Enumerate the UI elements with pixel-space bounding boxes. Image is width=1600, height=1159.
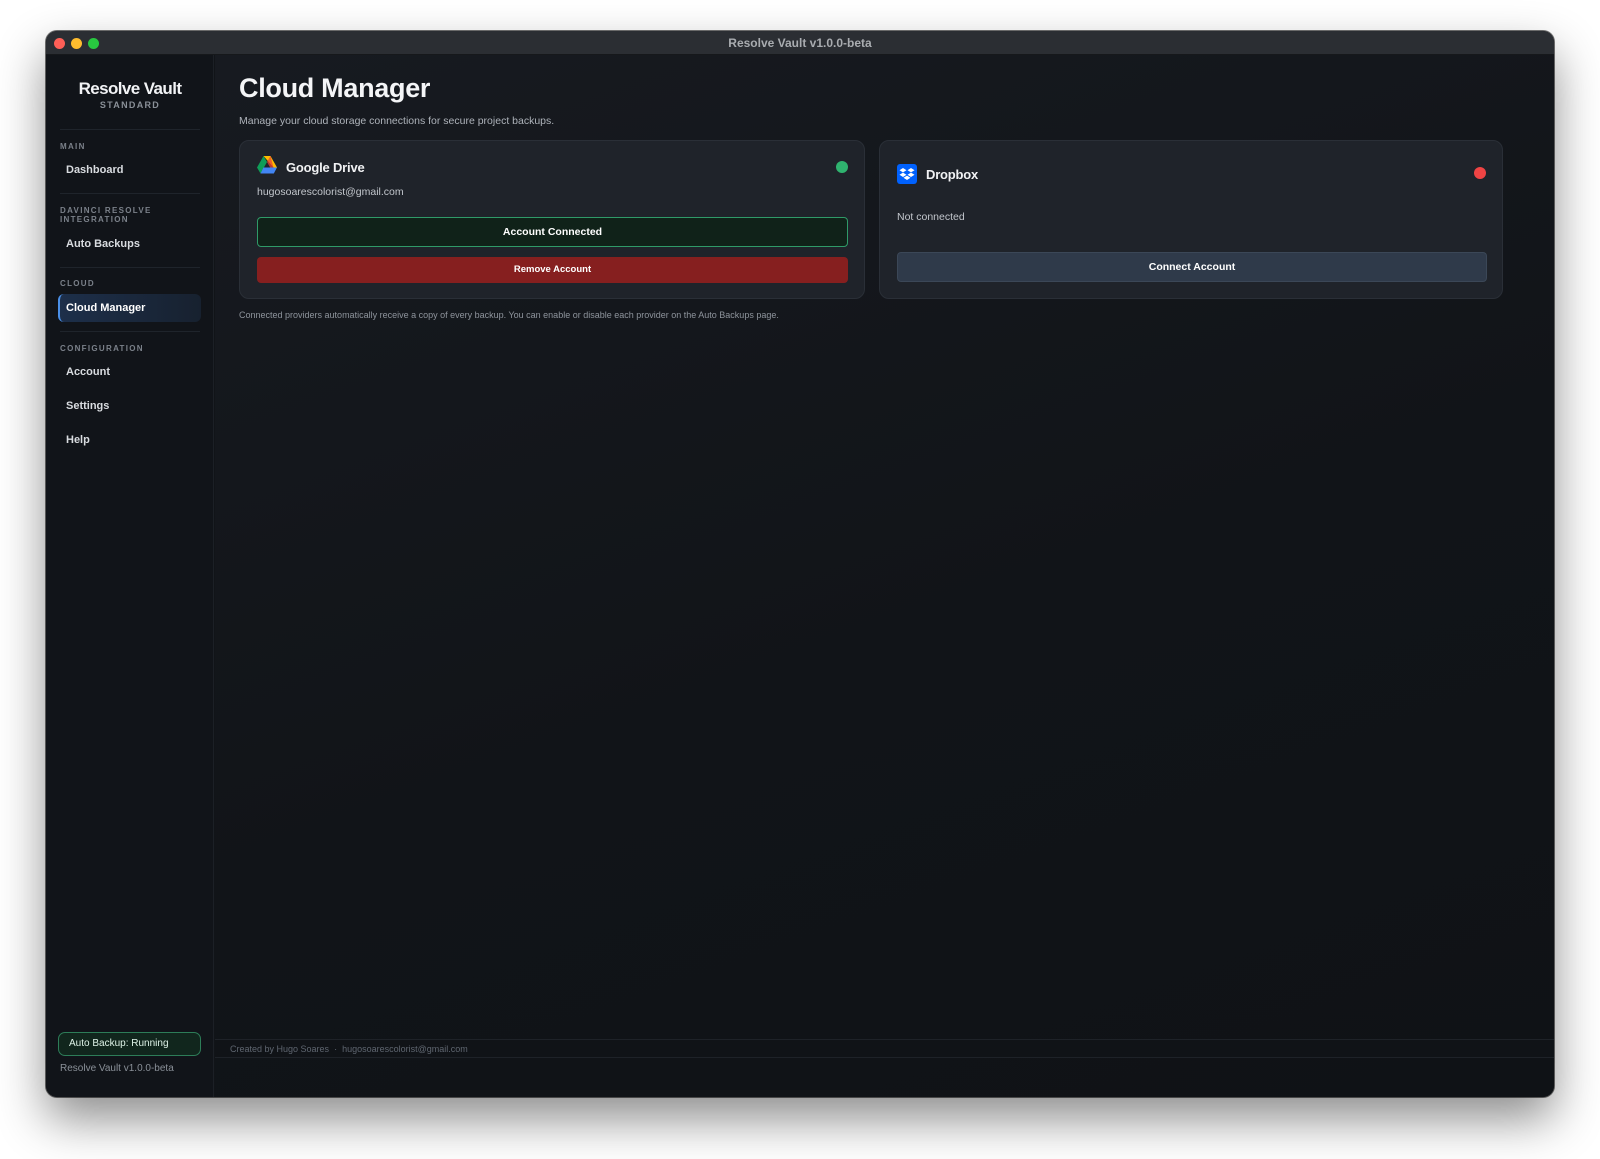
title-bar: Resolve Vault v1.0.0-beta [46,31,1554,55]
account-connected-button[interactable]: Account Connected [257,217,848,247]
provider-name-google-drive: Google Drive [286,160,365,175]
app-version: Resolve Vault v1.0.0-beta [60,1063,174,1074]
sidebar-item-auto-backups[interactable]: Auto Backups [58,230,201,258]
connect-account-button[interactable]: Connect Account [897,252,1487,282]
google-drive-card: Google Drive hugosoarescolorist@gmail.co… [239,140,865,299]
dropbox-icon [897,164,917,184]
sidebar-item-dashboard[interactable]: Dashboard [58,156,201,184]
sidebar-divider [60,331,200,332]
footer-email: hugosoarescolorist@gmail.com [342,1044,468,1054]
provider-name-dropbox: Dropbox [926,167,979,182]
sidebar-item-settings[interactable]: Settings [58,392,201,420]
page-title: Cloud Manager [239,73,431,103]
remove-account-button[interactable]: Remove Account [257,257,848,283]
brand-edition: STANDARD [99,100,161,110]
sidebar: Resolve Vault STANDARD MAIN Dashboard DA… [46,55,214,1097]
account-email: hugosoarescolorist@gmail.com [257,186,404,198]
footer-text: Created by Hugo Soares · hugosoarescolor… [230,1044,468,1054]
sidebar-divider [60,129,200,130]
window-title: Resolve Vault v1.0.0-beta [728,36,872,50]
connection-status-text: Not connected [897,211,965,223]
auto-backup-status-badge: Auto Backup: Running [58,1032,201,1056]
section-label-main: MAIN [60,142,86,151]
brand-title: Resolve Vault [78,79,182,98]
sidebar-divider [60,267,200,268]
page-subtitle: Manage your cloud storage connections fo… [239,115,555,127]
app-window: Resolve Vault v1.0.0-beta Resolve Vault … [46,31,1554,1097]
sidebar-item-account[interactable]: Account [58,358,201,386]
google-drive-icon [257,156,277,176]
main-content: Cloud Manager Manage your cloud storage … [215,55,1554,1097]
status-dot-disconnected [1474,167,1486,179]
sidebar-divider [60,193,200,194]
sidebar-item-cloud-manager[interactable]: Cloud Manager [58,294,201,322]
section-label-cloud: CLOUD [60,279,95,288]
status-dot-connected [836,161,848,173]
section-label-davinci: DAVINCI RESOLVE INTEGRATION [60,206,152,224]
cloud-footnote: Connected providers automatically receiv… [239,310,779,320]
section-label-configuration: CONFIGURATION [60,344,144,353]
footer-bar: Created by Hugo Soares · hugosoarescolor… [215,1039,1554,1058]
footer-separator: · [334,1044,338,1054]
dropbox-card: Dropbox Not connected Connect Account [879,140,1503,299]
sidebar-item-help[interactable]: Help [58,426,201,454]
footer-created-by: Created by Hugo Soares [230,1044,330,1054]
